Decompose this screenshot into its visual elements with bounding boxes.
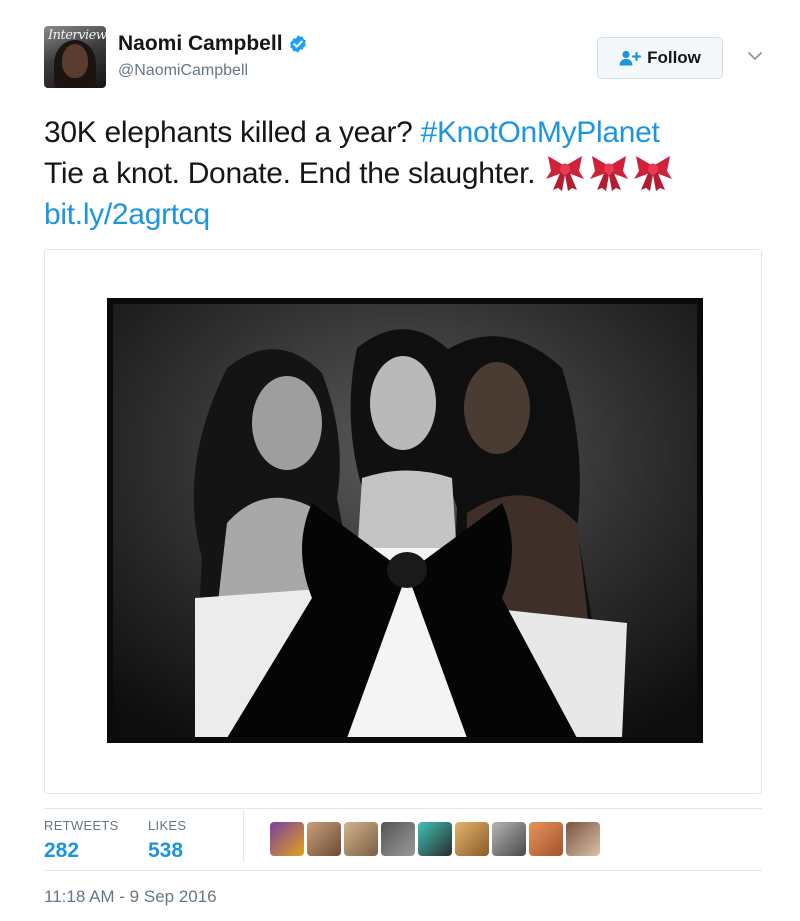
tweet-text-part1: 30K elephants killed a year? (44, 116, 421, 149)
tweet-timestamp[interactable]: 11:18 AM - 9 Sep 2016 (44, 887, 217, 907)
ribbon-bow-emoji (546, 156, 585, 191)
liker-avatars (270, 822, 603, 856)
shortened-link[interactable]: bit.ly/2agrtcq (44, 198, 210, 231)
avatar-face (62, 44, 88, 78)
likes-label: LIKES (148, 818, 187, 833)
author-avatar[interactable]: Interview (44, 26, 106, 88)
author-name-row[interactable]: Naomi Campbell (118, 32, 308, 56)
liker-avatar[interactable] (492, 822, 526, 856)
tweet-photo[interactable] (107, 298, 703, 743)
liker-avatar[interactable] (418, 822, 452, 856)
ribbon-bow-emoji (634, 156, 673, 191)
likes-count[interactable]: 538 (148, 839, 186, 863)
tweet-header: Interview Naomi Campbell @NaomiCampbell … (44, 26, 774, 90)
liker-avatar[interactable] (455, 822, 489, 856)
tweet-text-part2: Tie a knot. Donate. End the slaughter. (44, 157, 536, 190)
liker-avatar[interactable] (270, 822, 304, 856)
stats-bottom-divider (44, 870, 762, 871)
chevron-down-icon[interactable] (747, 50, 763, 62)
tweet-media-card[interactable] (44, 249, 762, 794)
liker-avatar[interactable] (307, 822, 341, 856)
liker-avatar[interactable] (566, 822, 600, 856)
liker-avatar[interactable] (344, 822, 378, 856)
author-handle[interactable]: @NaomiCampbell (118, 62, 248, 80)
retweets-count[interactable]: 282 (44, 839, 119, 863)
avatar-magazine-logo: Interview (48, 28, 106, 43)
hashtag-link[interactable]: #KnotOnMyPlanet (421, 116, 660, 149)
liker-avatar[interactable] (381, 822, 415, 856)
liker-avatar[interactable] (529, 822, 563, 856)
follow-button[interactable]: Follow (597, 37, 723, 79)
likes-stat[interactable]: LIKES 538 (148, 818, 186, 863)
stats-top-divider (44, 808, 762, 809)
stats-separator (243, 810, 244, 862)
ribbon-bow-emoji (590, 156, 629, 191)
tweet-text: 30K elephants killed a year? #KnotOnMyPl… (44, 112, 784, 235)
photo-illustration (107, 298, 703, 743)
author-display-name[interactable]: Naomi Campbell (118, 32, 283, 56)
verified-badge-icon (289, 35, 306, 53)
follow-person-plus-icon (619, 50, 642, 66)
follow-button-label: Follow (647, 48, 701, 67)
retweets-label: RETWEETS (44, 818, 119, 833)
retweets-stat[interactable]: RETWEETS 282 (44, 818, 119, 863)
